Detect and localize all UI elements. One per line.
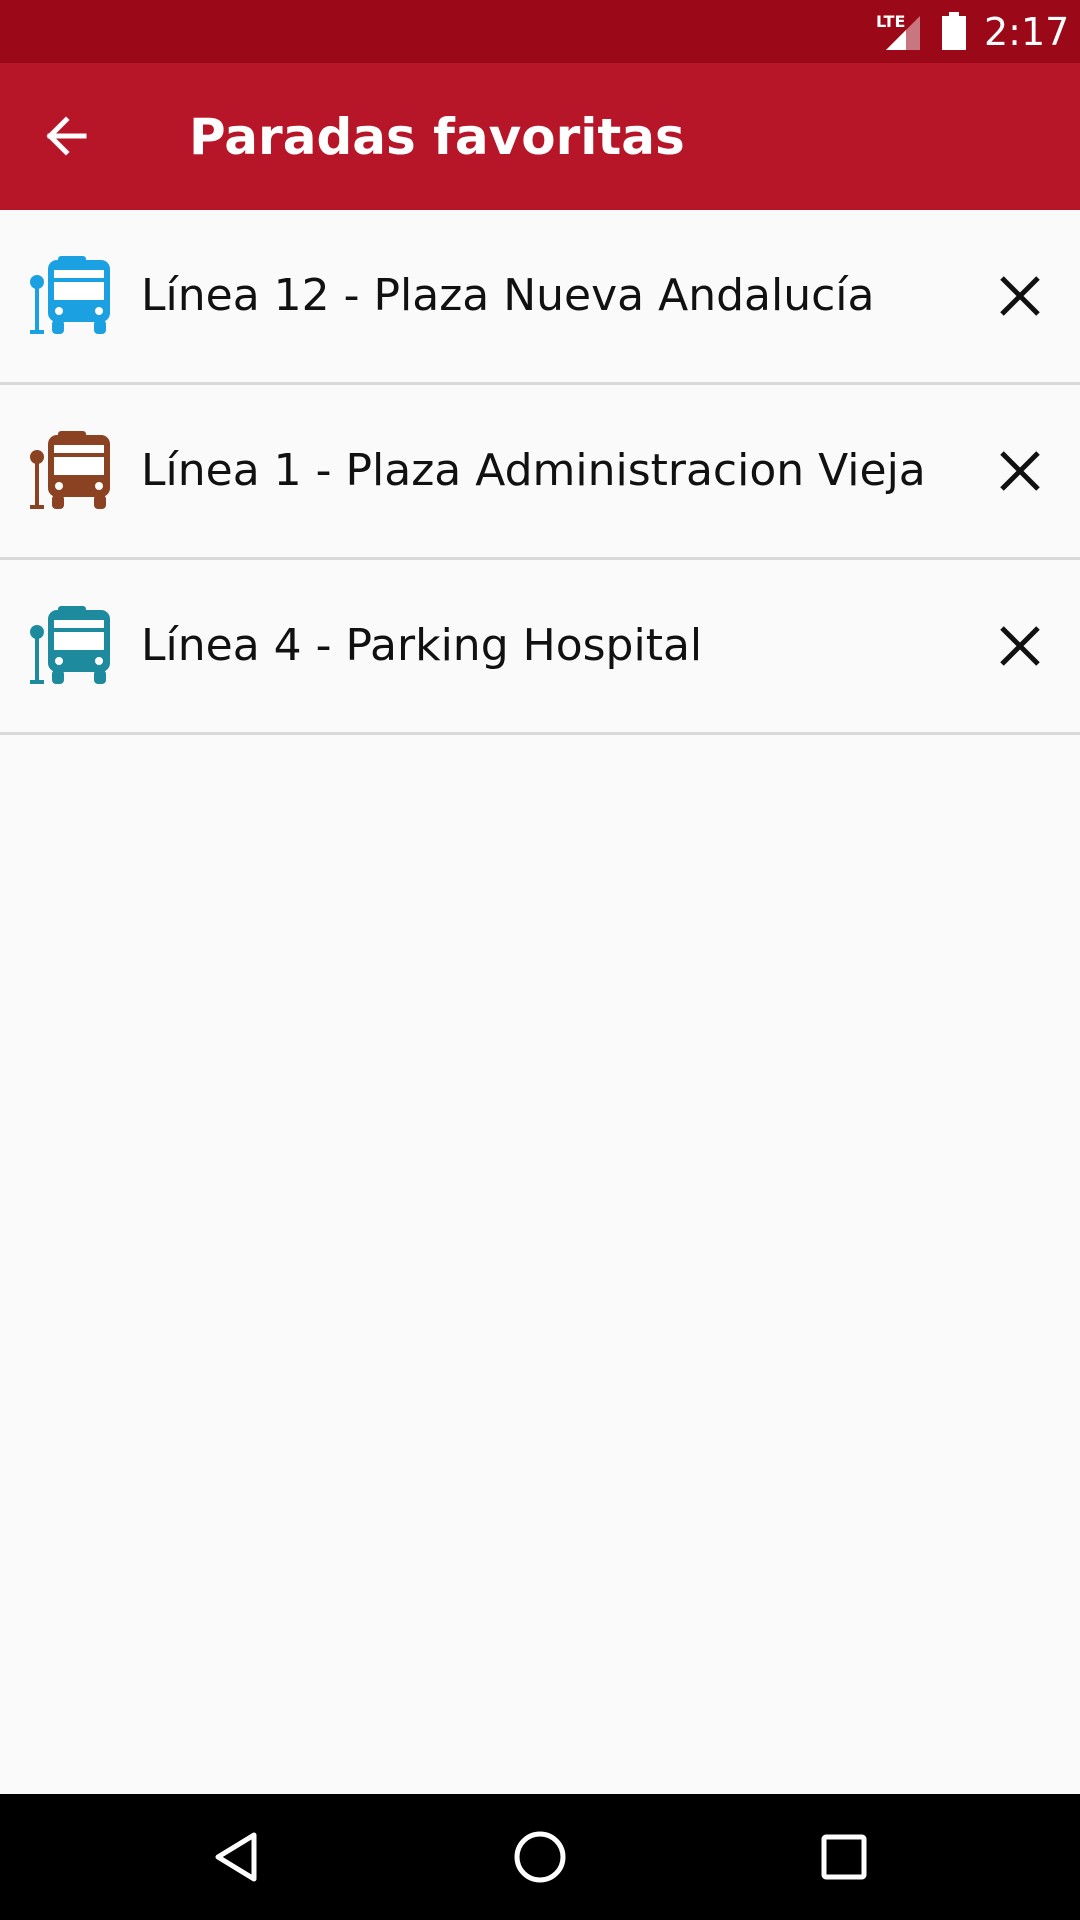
bus-stop-icon <box>30 256 110 334</box>
page-title: Paradas favoritas <box>189 108 685 166</box>
favorite-stop-row[interactable]: Línea 1 - Plaza Administracion Vieja <box>0 385 1080 560</box>
nav-back-button[interactable] <box>204 1825 268 1889</box>
network-type-label: LTE <box>876 12 906 31</box>
remove-favorite-button[interactable] <box>984 610 1056 682</box>
favorites-screen: LTE 2:17 Paradas favoritas Línea 12 - Pl… <box>0 0 1080 1920</box>
bus-stop-icon <box>30 431 110 509</box>
status-bar: LTE 2:17 <box>0 0 1080 63</box>
nav-home-button[interactable] <box>508 1825 572 1889</box>
home-circle-icon <box>514 1831 566 1883</box>
back-button[interactable] <box>30 100 102 172</box>
favorite-stop-row[interactable]: Línea 4 - Parking Hospital <box>0 560 1080 735</box>
bus-stop-icon <box>30 606 110 684</box>
stop-label: Línea 4 - Parking Hospital <box>141 620 703 671</box>
close-icon <box>1000 276 1040 316</box>
recents-square-icon <box>821 1834 867 1880</box>
favorites-list: Línea 12 - Plaza Nueva Andalucía Línea 1… <box>0 210 1080 735</box>
stop-label: Línea 1 - Plaza Administracion Vieja <box>141 445 926 496</box>
arrow-back-icon <box>46 116 87 156</box>
back-triangle-icon <box>215 1832 257 1882</box>
remove-favorite-button[interactable] <box>984 260 1056 332</box>
battery-icon <box>942 12 966 50</box>
remove-favorite-button[interactable] <box>984 435 1056 507</box>
system-nav-bar <box>0 1794 1080 1920</box>
status-time: 2:17 <box>984 10 1070 54</box>
stop-label: Línea 12 - Plaza Nueva Andalucía <box>141 270 875 321</box>
app-bar: Paradas favoritas <box>0 63 1080 210</box>
close-icon <box>1000 626 1040 666</box>
nav-recents-button[interactable] <box>812 1825 876 1889</box>
close-icon <box>1000 451 1040 491</box>
favorite-stop-row[interactable]: Línea 12 - Plaza Nueva Andalucía <box>0 210 1080 385</box>
